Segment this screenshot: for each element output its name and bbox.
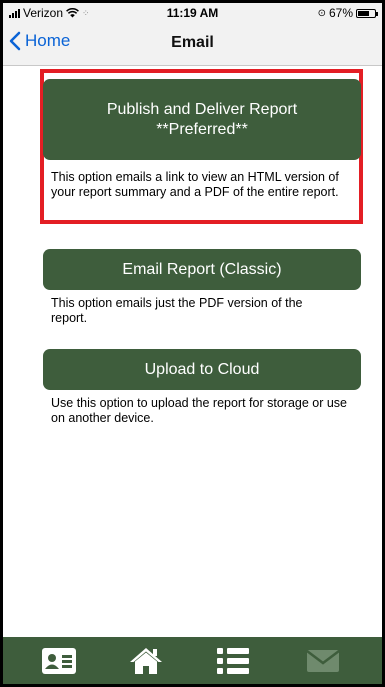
publish-title: Publish and Deliver Report [106,100,298,118]
tab-bar [3,637,382,684]
battery-icon [356,8,378,18]
battery-group: ⊙ 67% [317,6,378,20]
publish-deliver-button[interactable]: Publish and Deliver Report **Preferred** [43,79,361,160]
upload-cloud-button[interactable]: Upload to Cloud [43,349,361,390]
navigation-bar: Home Email [3,23,382,66]
publish-subtitle: **Preferred** [156,120,248,138]
contact-card-icon [42,647,76,674]
tab-list[interactable] [203,637,263,684]
device-screen: Verizon ⁘ 11:19 AM ⊙ 67% Home Email Publ… [3,3,382,684]
battery-percent: 67% [328,6,353,20]
battery-fill [358,10,369,16]
status-bar: Verizon ⁘ 11:19 AM ⊙ 67% [3,3,382,23]
tab-contact[interactable] [29,637,89,684]
mail-icon [306,649,340,672]
list-icon [217,647,249,674]
tab-home[interactable] [116,637,176,684]
home-icon [130,647,162,674]
classic-description: This option emails just the PDF version … [51,296,303,325]
orientation-lock-icon: ⊙ [317,7,326,19]
email-classic-button[interactable]: Email Report (Classic) [43,249,361,290]
page-title: Email [171,34,214,51]
publish-description: This option emails a link to view an HTM… [51,170,339,199]
tab-mail[interactable] [293,637,353,684]
cloud-description: Use this option to upload the report for… [51,396,348,425]
